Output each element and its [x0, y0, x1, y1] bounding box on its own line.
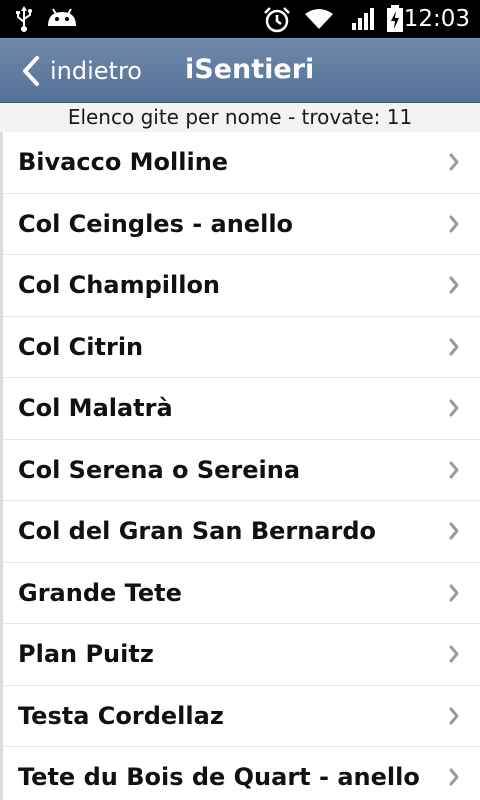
chevron-left-icon	[22, 55, 40, 87]
list-item[interactable]: Col Champillon	[3, 255, 480, 317]
list-item-label: Col Ceingles - anello	[18, 209, 294, 238]
usb-icon	[14, 6, 34, 37]
back-button[interactable]: indietro	[22, 51, 142, 91]
chevron-right-icon	[448, 521, 460, 541]
battery-charging-icon	[386, 5, 404, 38]
list-item-label: Col Champillon	[18, 271, 221, 300]
list-item-label: Col Citrin	[18, 332, 144, 361]
alarm-icon	[263, 6, 291, 39]
list-item[interactable]: Col Serena o Sereina	[3, 439, 480, 501]
hike-list: Bivacco Molline Col Ceingles - anello Co…	[0, 132, 480, 800]
list-item[interactable]: Tete du Bois de Quart - anello	[3, 747, 480, 800]
android-icon	[46, 8, 78, 33]
chevron-right-icon	[448, 152, 460, 172]
list-item[interactable]: Col del Gran San Bernardo	[3, 501, 480, 563]
list-summary: Elenco gite per nome - trovate: 11	[0, 103, 480, 132]
list-item-label: Col Malatrà	[18, 394, 173, 423]
list-item-label: Col del Gran San Bernardo	[18, 517, 377, 546]
signal-icon	[351, 7, 375, 36]
list-item[interactable]: Testa Cordellaz	[3, 685, 480, 747]
list-item[interactable]: Col Malatrà	[3, 378, 480, 440]
list-item[interactable]: Bivacco Molline	[3, 132, 480, 194]
status-clock: 12:03	[403, 6, 470, 32]
chevron-right-icon	[448, 398, 460, 418]
list-item-label: Plan Puitz	[18, 640, 154, 669]
list-item[interactable]: Col Citrin	[3, 316, 480, 378]
list-item-label: Testa Cordellaz	[18, 701, 224, 730]
navigation-bar: indietro iSentieri	[0, 38, 480, 103]
chevron-right-icon	[448, 214, 460, 234]
chevron-right-icon	[448, 706, 460, 726]
chevron-right-icon	[448, 337, 460, 357]
list-item-label: Bivacco Molline	[18, 148, 229, 177]
chevron-right-icon	[448, 460, 460, 480]
list-item-label: Grande Tete	[18, 578, 182, 607]
list-item[interactable]: Plan Puitz	[3, 624, 480, 686]
list-item[interactable]: Col Ceingles - anello	[3, 193, 480, 255]
list-item-label: Col Serena o Sereina	[18, 455, 301, 484]
list-item-label: Tete du Bois de Quart - anello	[18, 763, 420, 792]
chevron-right-icon	[448, 583, 460, 603]
chevron-right-icon	[448, 644, 460, 664]
back-label: indietro	[50, 57, 142, 85]
page-title: iSentieri	[185, 54, 315, 85]
list-item[interactable]: Grande Tete	[3, 562, 480, 624]
chevron-right-icon	[448, 275, 460, 295]
chevron-right-icon	[448, 767, 460, 787]
wifi-icon	[304, 7, 334, 36]
status-bar: 12:03	[0, 0, 480, 38]
